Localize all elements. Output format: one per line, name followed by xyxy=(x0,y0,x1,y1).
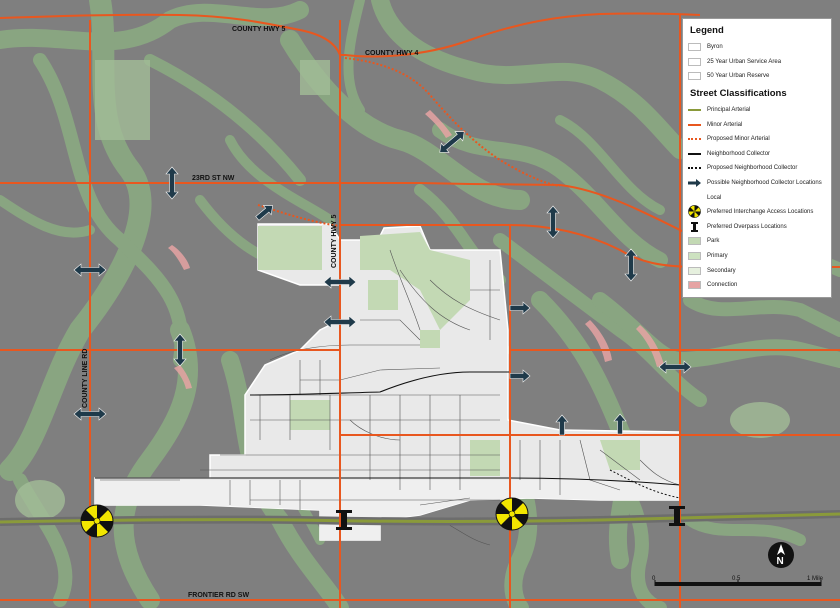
scale-label-mile: 1 Mile xyxy=(807,576,824,582)
legend-swatch-icon xyxy=(688,252,701,261)
north-label: N xyxy=(777,556,784,567)
legend-swatch-icon xyxy=(688,194,701,202)
label-county-hwy-5-top: COUNTY HWY 5 xyxy=(232,26,286,33)
legend-swatch-icon xyxy=(688,106,701,114)
legend-title: Legend xyxy=(690,25,724,36)
legend-item-label: 50 Year Urban Reserve xyxy=(707,73,770,80)
label-county-hwy-4: COUNTY HWY 4 xyxy=(365,50,419,57)
legend-swatch-icon xyxy=(688,179,701,188)
label-county-hwy-5-vertical: COUNTY HWY 5 xyxy=(331,214,338,268)
scale-label-half: 0.5 xyxy=(732,576,741,582)
label-frontier-rd-sw: FRONTIER RD SW xyxy=(188,592,249,599)
legend-street-item-0: Principal Arterial xyxy=(688,103,826,118)
legend-swatch-icon xyxy=(688,72,701,81)
legend-swatch-icon xyxy=(688,135,701,143)
legend-swatch-icon xyxy=(688,150,701,158)
legend-items: Byron 25 Year Urban Service Area 50 Year U… xyxy=(688,40,826,84)
legend-item-label: 25 Year Urban Service Area xyxy=(707,58,782,65)
legend-street-item-5: Possible Neighborhood Collector Location… xyxy=(688,176,826,191)
legend-item-label: Secondary xyxy=(707,267,736,274)
legend-street-item-6: Local xyxy=(688,190,826,205)
scale-bar: 0 0.5 1 Mile xyxy=(651,575,831,597)
legend-street-item-3: Neighborhood Collector xyxy=(688,147,826,162)
legend-swatch-icon xyxy=(688,281,701,290)
legend-street-item-10: Primary xyxy=(688,249,826,264)
legend-street-item-7: Preferred Interchange Access Locations xyxy=(688,205,826,220)
legend-item-2: 50 Year Urban Reserve xyxy=(688,69,826,84)
legend-item-label: Possible Neighborhood Collector Location… xyxy=(707,180,822,187)
legend-item-1: 25 Year Urban Service Area xyxy=(688,55,826,70)
legend-swatch-icon xyxy=(688,57,701,66)
legend-swatch-icon xyxy=(688,205,701,219)
legend-swatch-icon xyxy=(688,221,701,232)
legend-panel: Legend Byron 25 Year Urban Service Area 50… xyxy=(682,18,832,298)
legend-item-label: Connection xyxy=(707,282,738,289)
legend-swatch-icon xyxy=(688,266,701,275)
legend-swatch-icon xyxy=(688,43,701,52)
legend-street-item-4: Proposed Neighborhood Collector xyxy=(688,161,826,176)
legend-item-0: Byron xyxy=(688,40,826,55)
legend-street-item-2: Proposed Minor Arterial xyxy=(688,132,826,147)
legend-street-items: Principal Arterial Minor Arterial Proposed… xyxy=(688,103,826,293)
legend-street-item-1: Minor Arterial xyxy=(688,117,826,132)
legend-item-label: Park xyxy=(707,238,720,245)
interchange-access-west xyxy=(80,504,114,538)
label-23rd-st-nw: 23RD ST NW xyxy=(192,175,235,182)
legend-item-label: Preferred Overpass Locations xyxy=(707,223,787,230)
legend-swatch-icon xyxy=(688,121,701,129)
legend-item-label: Proposed Minor Arterial xyxy=(707,136,770,143)
legend-item-label: Minor Arterial xyxy=(707,121,743,128)
legend-item-label: Local xyxy=(707,194,722,201)
north-arrow-icon: N xyxy=(766,540,796,570)
legend-street-item-9: Park xyxy=(688,234,826,249)
legend-item-label: Proposed Neighborhood Collector xyxy=(707,165,798,172)
legend-swatch-icon xyxy=(688,164,701,172)
legend-item-label: Neighborhood Collector xyxy=(707,150,771,157)
legend-swatch-icon xyxy=(688,237,701,246)
legend-street-item-11: Secondary xyxy=(688,263,826,278)
legend-street-item-8: Preferred Overpass Locations xyxy=(688,220,826,235)
legend-item-label: Principal Arterial xyxy=(707,107,751,114)
label-county-line-rd: COUNTY LINE RD xyxy=(82,349,89,408)
legend-item-label: Preferred Interchange Access Locations xyxy=(707,209,814,216)
interchange-access-east xyxy=(495,497,529,531)
legend-street-item-12: Connection xyxy=(688,278,826,293)
legend-street-title: Street Classifications xyxy=(690,87,787,99)
legend-item-label: Primary xyxy=(707,253,728,260)
legend-item-label: Byron xyxy=(707,44,723,51)
